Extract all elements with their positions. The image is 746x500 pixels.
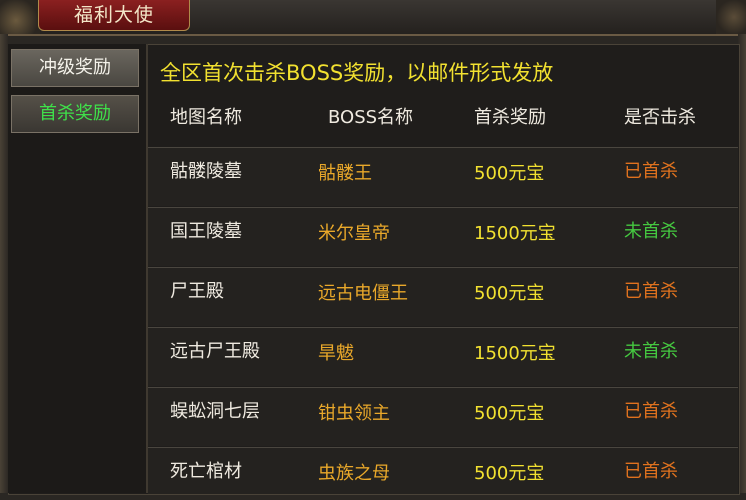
frame-left-border	[0, 34, 8, 493]
cell-kill-status: 已首杀	[624, 401, 678, 422]
column-header-killed: 是否击杀	[624, 107, 696, 128]
cell-reward: 1500元宝	[474, 223, 556, 244]
cell-boss-name: 米尔皇帝	[318, 223, 390, 244]
table-row: 远古尸王殿 旱魃 1500元宝 未首杀	[148, 327, 738, 386]
sidebar-item-first-kill-reward[interactable]: 首杀奖励	[11, 95, 139, 133]
cell-boss-name: 虫族之母	[318, 463, 390, 484]
cell-kill-status: 已首杀	[624, 461, 678, 482]
column-header-reward: 首杀奖励	[474, 107, 546, 128]
window-title: 福利大使	[38, 0, 190, 31]
page-banner: 全区首次击杀BOSS奖励，以邮件形式发放	[160, 61, 554, 85]
table-header: 地图名称 BOSS名称 首杀奖励 是否击杀	[148, 100, 738, 136]
sidebar-item-level-reward[interactable]: 冲级奖励	[11, 49, 139, 87]
cell-boss-name: 钳虫领主	[318, 403, 390, 424]
cell-map-name: 死亡棺材	[170, 461, 242, 482]
cell-reward: 500元宝	[474, 403, 545, 424]
cell-reward: 500元宝	[474, 463, 545, 484]
cell-map-name: 蜈蚣洞七层	[170, 401, 260, 422]
cell-kill-status: 已首杀	[624, 161, 678, 182]
cell-map-name: 国王陵墓	[170, 221, 242, 242]
table-row: 死亡棺材 虫族之母 500元宝 已首杀	[148, 447, 738, 494]
cell-map-name: 尸王殿	[170, 281, 224, 302]
cell-reward: 1500元宝	[474, 343, 556, 364]
table-row: 尸王殿 远古电僵王 500元宝 已首杀	[148, 267, 738, 326]
cell-reward: 500元宝	[474, 283, 545, 304]
cell-kill-status: 未首杀	[624, 221, 678, 242]
sidebar: 冲级奖励 首杀奖励	[8, 44, 148, 493]
cell-kill-status: 未首杀	[624, 341, 678, 362]
cell-map-name: 骷髅陵墓	[170, 161, 242, 182]
table-row: 国王陵墓 米尔皇帝 1500元宝 未首杀	[148, 207, 738, 266]
frame-corner-ornament	[716, 0, 746, 34]
table-row: 骷髅陵墓 骷髅王 500元宝 已首杀	[148, 147, 738, 206]
cell-boss-name: 远古电僵王	[318, 283, 408, 304]
cell-reward: 500元宝	[474, 163, 545, 184]
column-header-boss: BOSS名称	[328, 107, 414, 128]
cell-kill-status: 已首杀	[624, 281, 678, 302]
cell-boss-name: 骷髅王	[318, 163, 372, 184]
cell-boss-name: 旱魃	[318, 343, 354, 364]
cell-map-name: 远古尸王殿	[170, 341, 260, 362]
table-row: 蜈蚣洞七层 钳虫领主 500元宝 已首杀	[148, 387, 738, 446]
dragon-ornament-icon	[0, 0, 40, 34]
column-header-map: 地图名称	[170, 107, 242, 128]
